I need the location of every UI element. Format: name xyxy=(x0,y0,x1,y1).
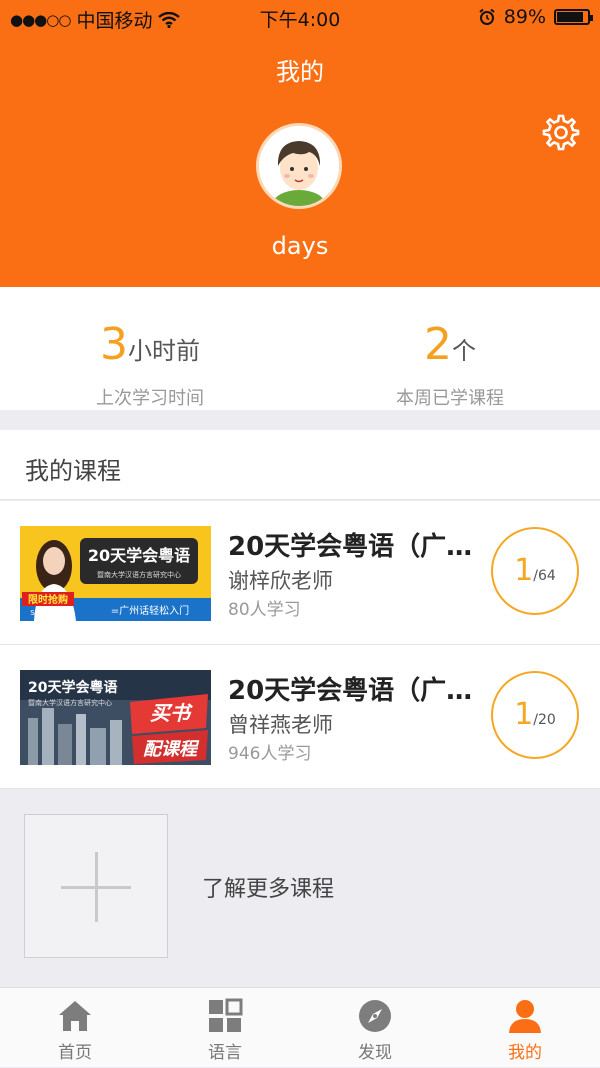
course-item[interactable]: 20天学会粤语 暨南大学汉语方言研究中心 买书 配课程 20天学会粤语（广… 曾… xyxy=(0,645,600,788)
tab-label: 我的 xyxy=(508,1043,542,1063)
tab-bar: 首页 语言 发现 我的 xyxy=(0,987,600,1067)
section-title: 我的课程 xyxy=(25,457,121,485)
plus-icon[interactable] xyxy=(24,814,168,958)
thumb-title: 20天学会粤语 xyxy=(28,679,117,696)
stat-last-study: 3小时前 上次学习时间 xyxy=(0,287,300,410)
compass-icon xyxy=(359,1000,391,1032)
tab-home[interactable]: 首页 xyxy=(0,988,150,1068)
thumb-title: 20天学会粤语 xyxy=(88,546,190,565)
stat-unit: 小时前 xyxy=(128,337,200,365)
more-courses[interactable]: 了解更多课程 xyxy=(0,789,600,987)
tab-language[interactable]: 语言 xyxy=(150,988,300,1068)
stat-weekly-courses: 2个 本周已学课程 xyxy=(300,287,600,410)
course-progress: 1/20 xyxy=(491,671,579,759)
tab-label: 首页 xyxy=(58,1043,92,1063)
tab-mine[interactable]: 我的 xyxy=(450,988,600,1068)
thumb-tag: 买书 xyxy=(150,701,193,725)
stat-value: 2 xyxy=(424,319,452,370)
username: days xyxy=(271,232,329,260)
avatar[interactable] xyxy=(256,123,342,209)
course-item[interactable]: 20天学会粤语 暨南大学汉语方言研究中心 限时抢购 SALE 50% =广州话轻… xyxy=(0,501,600,644)
thumb-subtitle: 暨南大学汉语方言研究中心 xyxy=(28,698,112,707)
course-learners: 946人学习 xyxy=(228,744,312,764)
progress-total: /64 xyxy=(533,568,556,584)
battery-icon xyxy=(554,9,593,25)
progress-current: 1 xyxy=(514,697,534,732)
gear-icon[interactable] xyxy=(540,112,580,152)
tab-discover[interactable]: 发现 xyxy=(300,988,450,1068)
thumb-tag2: 配课程 xyxy=(143,739,200,760)
more-courses-label[interactable]: 了解更多课程 xyxy=(202,871,334,903)
cartoon-avatar xyxy=(259,126,339,206)
home-icon xyxy=(59,1001,91,1031)
course-teacher: 曾祥燕老师 xyxy=(228,713,333,737)
stat-unit: 个 xyxy=(452,337,476,365)
person-icon xyxy=(509,1000,541,1033)
battery-percent: 89% xyxy=(503,6,546,28)
page-title: 我的 xyxy=(276,58,324,86)
progress-total: /20 xyxy=(533,712,556,728)
course-thumbnail: 20天学会粤语 暨南大学汉语方言研究中心 限时抢购 SALE 50% =广州话轻… xyxy=(20,526,211,621)
course-title: 20天学会粤语（广… xyxy=(228,532,473,562)
progress-current: 1 xyxy=(514,553,534,588)
tab-label: 发现 xyxy=(358,1043,392,1063)
thumb-sale: SALE 50% xyxy=(30,609,66,617)
tab-label: 语言 xyxy=(208,1043,242,1063)
grid-icon xyxy=(209,998,243,1032)
stat-label: 上次学习时间 xyxy=(96,388,204,409)
thumb-caption: =广州话轻松入门 xyxy=(111,604,189,617)
course-teacher: 谢梓欣老师 xyxy=(228,569,333,593)
my-courses-header: 我的课程 xyxy=(0,430,600,500)
stat-label: 本周已学课程 xyxy=(396,388,504,409)
course-thumbnail: 20天学会粤语 暨南大学汉语方言研究中心 买书 配课程 xyxy=(20,670,211,765)
course-progress: 1/64 xyxy=(491,527,579,615)
course-learners: 80人学习 xyxy=(228,600,301,620)
alarm-icon xyxy=(479,8,495,25)
thumb-tag: 限时抢购 xyxy=(28,593,68,606)
course-title: 20天学会粤语（广… xyxy=(228,676,473,706)
learning-stats: 3小时前 上次学习时间 2个 本周已学课程 xyxy=(0,287,600,410)
thumb-subtitle: 暨南大学汉语方言研究中心 xyxy=(97,570,181,579)
status-bar: ●●●○○ 中国移动 下午4:00 89% xyxy=(0,0,600,34)
profile-header: ●●●○○ 中国移动 下午4:00 89% 我的 days xyxy=(0,0,600,287)
stat-value: 3 xyxy=(100,319,128,370)
